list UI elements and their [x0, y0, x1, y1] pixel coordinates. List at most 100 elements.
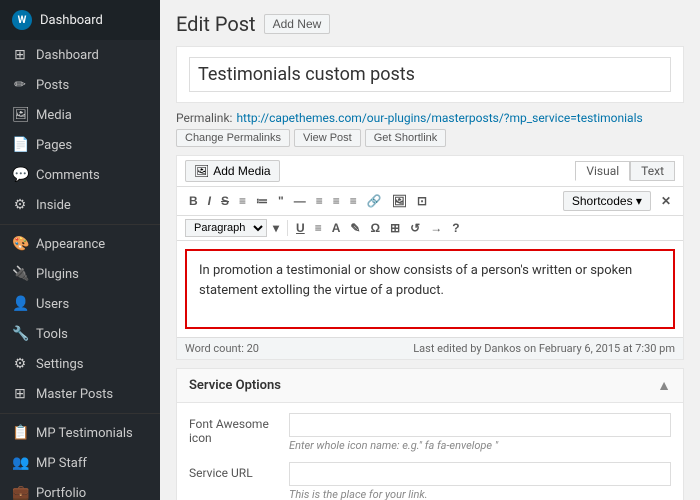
appearance-icon: 🎨: [12, 236, 28, 252]
users-icon: 👤: [12, 296, 28, 312]
text-color-button[interactable]: A: [328, 219, 345, 237]
editor-box: 🖼 Add Media Visual Text B I S ≡ ≔ " — ≡ …: [176, 155, 684, 360]
sidebar-item-dashboard[interactable]: ⊞ Dashboard: [0, 40, 160, 70]
comments-icon: 💬: [12, 167, 28, 183]
sidebar-item-label: Inside: [36, 198, 71, 213]
editor-footer: Word count: 20 Last edited by Dankos on …: [177, 337, 683, 359]
page-title: Edit Post: [176, 12, 256, 36]
service-url-label: Service URL: [189, 462, 279, 480]
service-url-hint: This is the place for your link.: [289, 488, 671, 500]
meta-box-body: Font Awesome icon Enter whole icon name:…: [177, 403, 683, 500]
sidebar-item-media[interactable]: 🖼 Media: [0, 100, 160, 130]
editor-content[interactable]: In promotion a testimonial or show consi…: [185, 249, 675, 329]
align-left-button[interactable]: ≡: [312, 192, 327, 210]
sidebar-item-label: Tools: [36, 327, 68, 342]
sidebar-item-portfolio[interactable]: 💼 Portfolio: [0, 478, 160, 500]
italic-button[interactable]: I: [204, 192, 215, 210]
sidebar-item-inside[interactable]: ⚙ Inside: [0, 190, 160, 220]
visual-text-tabs: Visual Text: [575, 161, 675, 181]
sidebar-logo: W Dashboard: [0, 0, 160, 40]
sidebar-item-settings[interactable]: ⚙ Settings: [0, 349, 160, 379]
main-content: Edit Post Add New Permalink: http://cape…: [160, 0, 700, 500]
horizontal-rule-button[interactable]: —: [290, 192, 310, 210]
media-icon: 🖼: [12, 107, 28, 123]
post-title-input[interactable]: [189, 57, 671, 92]
format-bar-row2: Paragraph ▾ U ≡ A ✎ Ω ⊞ ↺ → ?: [177, 216, 683, 241]
strikethrough-button[interactable]: S: [217, 192, 233, 210]
separator-1: [287, 220, 288, 236]
sidebar-item-label: Media: [36, 108, 72, 123]
sidebar-item-pages[interactable]: 📄 Pages: [0, 130, 160, 160]
underline-button[interactable]: U: [292, 219, 309, 237]
sidebar-item-posts[interactable]: ✏ Posts: [0, 70, 160, 100]
unordered-list-button[interactable]: ≡: [235, 192, 250, 210]
service-url-field-row: Service URL This is the place for your l…: [189, 462, 671, 500]
paragraph-select[interactable]: Paragraph: [185, 219, 267, 237]
word-count-area: Word count: 20: [185, 342, 259, 355]
font-awesome-input[interactable]: [289, 413, 671, 437]
justify-button[interactable]: ≡: [311, 219, 326, 237]
service-url-content: This is the place for your link.: [289, 462, 671, 500]
link-button[interactable]: 🔗: [363, 192, 386, 210]
dropdown-button[interactable]: ▾: [269, 219, 283, 237]
mp-staff-icon: 👥: [12, 455, 28, 471]
word-count-label: Word count:: [185, 342, 244, 355]
close-editor-button[interactable]: ✕: [657, 192, 675, 210]
sidebar-item-label: Users: [36, 297, 69, 312]
pages-icon: 📄: [12, 137, 28, 153]
format-bar-row1: B I S ≡ ≔ " — ≡ ≡ ≡ 🔗 🖼 ⊡ Shortcodes ▾ ✕: [177, 187, 683, 216]
settings-icon: ⚙: [12, 356, 28, 372]
undo-button[interactable]: ↺: [406, 219, 424, 237]
sidebar-item-tools[interactable]: 🔧 Tools: [0, 319, 160, 349]
wp-logo-icon: W: [12, 10, 32, 30]
add-media-label: Add Media: [213, 164, 270, 178]
sidebar-divider-2: [0, 413, 160, 414]
help-button[interactable]: ?: [448, 219, 463, 237]
blockquote-button[interactable]: ": [274, 192, 288, 210]
bold-button[interactable]: B: [185, 192, 202, 210]
service-options-meta-box: Service Options ▲ Font Awesome icon Ente…: [176, 368, 684, 500]
inside-icon: ⚙: [12, 197, 28, 213]
permalink-url[interactable]: http://capethemes.com/our-plugins/master…: [236, 111, 642, 125]
get-shortlink-button[interactable]: Get Shortlink: [365, 129, 447, 147]
shortcodes-button[interactable]: Shortcodes ▾: [563, 191, 651, 211]
sidebar-item-plugins[interactable]: 🔌 Plugins: [0, 259, 160, 289]
sidebar-item-mp-staff[interactable]: 👥 MP Staff: [0, 448, 160, 478]
service-url-input[interactable]: [289, 462, 671, 486]
editor-toolbar-top: 🖼 Add Media Visual Text: [177, 156, 683, 187]
tab-text[interactable]: Text: [630, 161, 675, 181]
redo-button[interactable]: →: [426, 219, 446, 237]
align-center-button[interactable]: ≡: [329, 192, 344, 210]
sidebar-item-comments[interactable]: 💬 Comments: [0, 160, 160, 190]
sidebar-item-label: Comments: [36, 168, 100, 183]
ordered-list-button[interactable]: ≔: [252, 192, 272, 210]
sidebar-divider: [0, 224, 160, 225]
font-awesome-label: Font Awesome icon: [189, 413, 279, 445]
sidebar-item-label: Plugins: [36, 267, 79, 282]
font-awesome-hint: Enter whole icon name: e.g." fa fa-envel…: [289, 439, 671, 452]
meta-box-toggle[interactable]: ▲: [657, 377, 671, 394]
align-right-button[interactable]: ≡: [346, 192, 361, 210]
sidebar-item-label: MP Staff: [36, 456, 87, 471]
word-count-value: 20: [247, 342, 259, 355]
tab-visual[interactable]: Visual: [575, 161, 630, 181]
permalink-row: Permalink: http://capethemes.com/our-plu…: [176, 111, 684, 147]
image-button[interactable]: 🖼: [388, 192, 411, 210]
meta-box-title: Service Options: [189, 378, 281, 393]
sidebar-item-master-posts[interactable]: ⊞ Master Posts: [0, 379, 160, 409]
meta-box-header: Service Options ▲: [177, 369, 683, 403]
master-posts-icon: ⊞: [12, 386, 28, 402]
sidebar-item-label: Appearance: [36, 237, 105, 252]
add-new-button[interactable]: Add New: [264, 14, 331, 34]
fullscreen-button[interactable]: ⊡: [413, 192, 431, 210]
sidebar-item-users[interactable]: 👤 Users: [0, 289, 160, 319]
special-chars-button[interactable]: Ω: [366, 219, 384, 237]
indent-button[interactable]: ⊞: [386, 219, 404, 237]
add-media-button[interactable]: 🖼 Add Media: [185, 160, 280, 182]
paste-button[interactable]: ✎: [346, 219, 364, 237]
sidebar-item-label: Master Posts: [36, 387, 113, 402]
view-post-button[interactable]: View Post: [294, 129, 361, 147]
sidebar-item-mp-testimonials[interactable]: 📋 MP Testimonials: [0, 418, 160, 448]
change-permalinks-button[interactable]: Change Permalinks: [176, 129, 290, 147]
sidebar-item-appearance[interactable]: 🎨 Appearance: [0, 229, 160, 259]
